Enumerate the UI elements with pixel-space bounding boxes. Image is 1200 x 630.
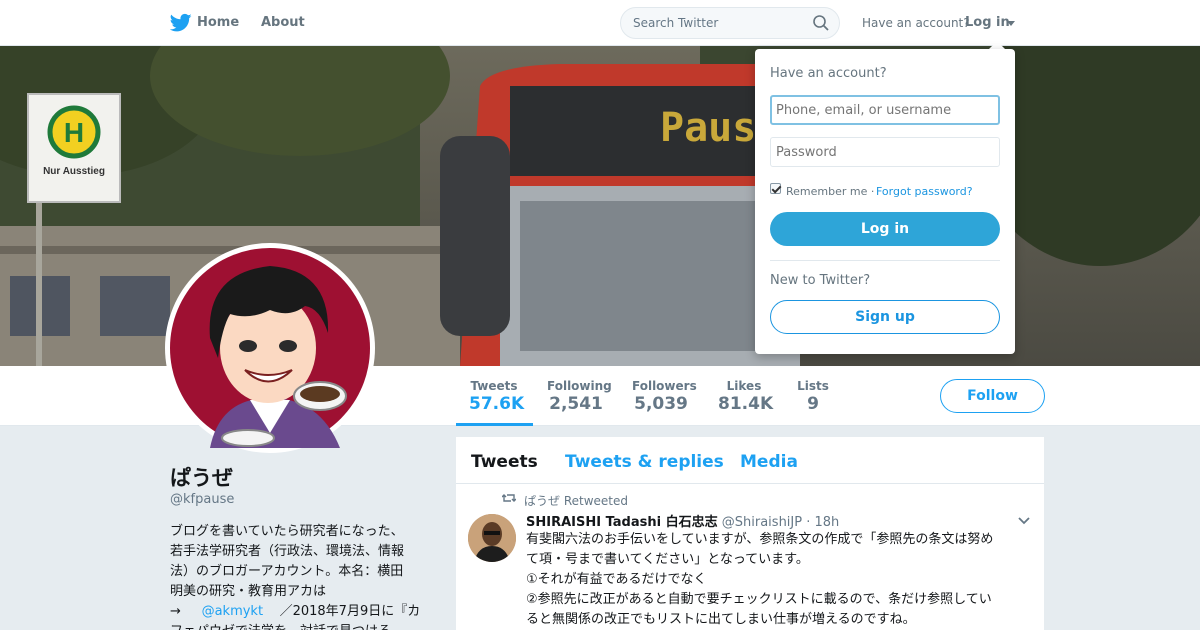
bus-destination-sign: Paus [660, 105, 756, 151]
bio-text: ／2018年7月9日に『カ [279, 604, 421, 619]
password-input[interactable] [770, 137, 1000, 167]
stat-following[interactable]: Following 2,541 [547, 379, 612, 414]
bio-line: → @akmykt ／2018年7月9日に『カ [170, 602, 430, 622]
stat-lists[interactable]: Lists 9 [797, 379, 829, 414]
tweet-text-line: ると無関係の改正でもリストに出てしまい仕事が増えるのですね。 [526, 612, 916, 627]
have-account-text: Have an account? [862, 16, 970, 30]
stat-label: Following [547, 379, 612, 393]
bio-line: 若手法学研究者（行政法、環境法、情報 [170, 544, 405, 559]
retweet-icon [502, 494, 516, 502]
tweet-text-line: ①それが有益であるだけでなく [526, 572, 707, 587]
nav-about-link[interactable]: About [261, 15, 305, 30]
stat-value: 5,039 [634, 394, 688, 414]
tweet-text: 有斐閣六法のお手伝いをしていますが、参照条文の作成で「参照先の条文は努め て項・… [526, 530, 1036, 630]
forgot-password-link[interactable]: Forgot password? [876, 185, 973, 198]
stat-tweets[interactable]: Tweets 57.6K [469, 379, 525, 414]
timeline-tabs: Tweets Tweets & replies Media [456, 437, 1044, 484]
stat-value: 81.4K [718, 394, 774, 414]
tweet-header: SHIRAISHI Tadashi 白石忠志 @ShiraishiJP · 18… [526, 511, 839, 530]
bio-line: 法）のブロガーアカウント。本名：横田 [170, 564, 404, 579]
follow-button[interactable]: Follow [940, 379, 1045, 413]
signup-button[interactable]: Sign up [770, 300, 1000, 334]
stat-followers[interactable]: Followers 5,039 [632, 379, 697, 414]
stat-value: 2,541 [549, 394, 603, 414]
avatar-illustration [170, 248, 370, 448]
search-input[interactable]: Search Twitter [620, 7, 840, 39]
stat-value: 57.6K [469, 394, 525, 414]
new-to-twitter-text: New to Twitter? [770, 273, 871, 288]
profile-name[interactable]: ぱうぜ [170, 462, 233, 492]
stat-value: 9 [807, 394, 819, 414]
stat-label: Followers [632, 379, 697, 393]
tab-tweets-replies[interactable]: Tweets & replies [565, 452, 724, 472]
login-button[interactable]: Log in [770, 212, 1000, 246]
chevron-down-icon[interactable] [1018, 517, 1030, 525]
divider [770, 260, 1000, 261]
login-dropdown: Have an account? Remember me · Forgot pa… [755, 49, 1015, 354]
tweet-author-avatar[interactable] [468, 514, 516, 562]
stat-label: Tweets [470, 379, 518, 393]
bio-line: ブログを書いていたら研究者になった、 [170, 524, 404, 539]
remember-me-checkbox[interactable] [770, 183, 781, 194]
login-dropdown-toggle[interactable]: Log in [965, 15, 1010, 30]
profile-handle[interactable]: @kfpause [170, 492, 234, 507]
tweet-text-line: ②参照先に改正があると自動で要チェックリストに載るので、条だけ参照してい [526, 592, 992, 607]
dropdown-title: Have an account? [770, 66, 887, 81]
avatar[interactable] [165, 243, 375, 453]
stat-likes[interactable]: Likes 81.4K [718, 379, 774, 414]
twitter-bird-icon[interactable] [170, 13, 192, 33]
nav-home-link[interactable]: Home [197, 15, 239, 30]
search-icon[interactable] [812, 14, 830, 32]
active-stat-underline [456, 423, 533, 426]
tweet-text-line: て項・号まで書いてください」となっています。 [526, 552, 809, 567]
stat-label: Lists [797, 379, 829, 393]
remember-me-label[interactable]: Remember me · [786, 185, 874, 198]
stop-sign-letter: H [64, 117, 84, 148]
tweet-author-name[interactable]: SHIRAISHI Tadashi 白石忠志 [526, 515, 718, 530]
stat-label: Likes [726, 379, 762, 393]
caret-down-icon[interactable] [1007, 21, 1015, 26]
tab-media[interactable]: Media [740, 452, 798, 472]
timeline: Tweets Tweets & replies Media ぱうぜ Retwee… [456, 437, 1044, 630]
top-navigation: Home About Search Twitter Have an accoun… [0, 0, 1200, 46]
profile-bio: ブログを書いていたら研究者になった、 若手法学研究者（行政法、環境法、情報 法）… [170, 522, 430, 630]
bio-line: 明美の研究・教育用アカは [170, 584, 327, 599]
username-input[interactable] [770, 95, 1000, 125]
tweet-text-line: 有斐閣六法のお手伝いをしていますが、参照条文の作成で「参照先の条文は努め [526, 532, 994, 547]
bio-line: フェパウゼで法学を 対話で見つける [170, 622, 430, 630]
stop-sign-caption: Nur Ausstieg [43, 166, 105, 177]
tab-tweets[interactable]: Tweets [471, 452, 538, 472]
bio-arrow: → [170, 604, 181, 619]
tweet-author-handle[interactable]: @ShiraishiJP [722, 515, 802, 530]
tweet-timestamp[interactable]: · 18h [806, 515, 839, 530]
retweeted-by-text[interactable]: ぱうぜ Retweeted [524, 492, 628, 509]
bio-mention-link[interactable]: @akmykt [202, 604, 263, 619]
